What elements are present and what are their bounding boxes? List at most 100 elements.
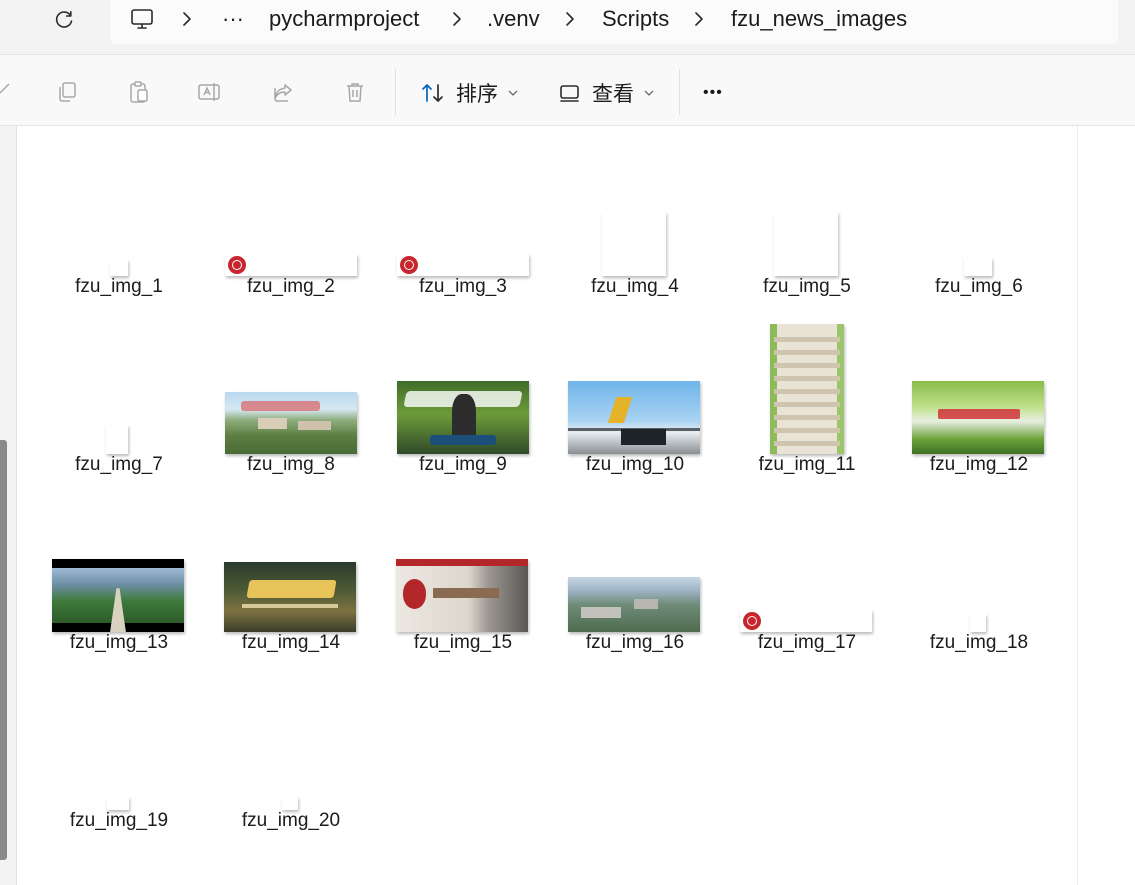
view-icon xyxy=(560,85,579,102)
sort-button[interactable]: 排序 xyxy=(420,79,518,107)
command-bar: 排序 查看 ••• xyxy=(0,55,1135,125)
thumbnail xyxy=(721,126,893,278)
breadcrumb-scripts[interactable]: Scripts xyxy=(602,6,669,32)
sort-label: 排序 xyxy=(456,83,498,106)
thumbnail xyxy=(893,482,1065,634)
breadcrumb-overflow[interactable]: ··· xyxy=(222,6,244,32)
file-name: fzu_img_4 xyxy=(591,276,679,297)
sort-icon xyxy=(422,84,443,102)
scissors-icon xyxy=(0,83,10,95)
share-icon xyxy=(274,84,292,102)
thumbnail xyxy=(549,126,721,278)
thumbnail xyxy=(33,126,205,278)
breadcrumb-pycharmproject[interactable]: pycharmproject xyxy=(269,6,419,32)
file-item[interactable]: fzu_img_13 xyxy=(33,482,205,660)
file-name: fzu_img_8 xyxy=(247,454,335,475)
seal-logo-icon xyxy=(228,256,246,274)
file-item[interactable]: fzu_img_11 xyxy=(721,304,893,482)
chevron-right-icon[interactable] xyxy=(180,10,194,28)
chevron-right-icon[interactable] xyxy=(450,10,464,28)
file-grid: fzu_img_1 fzu_img_2 fzu_img_3 fzu_img_4 … xyxy=(17,126,1077,885)
chevron-down-icon xyxy=(644,89,654,97)
view-button[interactable]: 查看 xyxy=(558,79,654,107)
breadcrumb-fzu-news-images[interactable]: fzu_news_images xyxy=(731,6,907,32)
file-item[interactable]: fzu_img_19 xyxy=(33,660,205,838)
file-name: fzu_img_16 xyxy=(585,632,685,653)
this-pc-button[interactable] xyxy=(130,7,154,36)
toolbar-separator xyxy=(679,69,680,115)
address-bar[interactable]: ··· pycharmproject .venv Scripts fzu_new… xyxy=(110,0,1118,44)
thumbnail xyxy=(549,482,721,634)
file-item[interactable]: fzu_img_20 xyxy=(205,660,377,838)
cut-button[interactable] xyxy=(0,79,14,105)
file-item[interactable]: fzu_img_10 xyxy=(549,304,721,482)
file-name: fzu_img_15 xyxy=(413,632,513,653)
file-name: fzu_img_10 xyxy=(585,454,685,475)
thumbnail xyxy=(893,126,1065,278)
view-label: 查看 xyxy=(592,83,634,106)
thumbnail xyxy=(377,304,549,456)
file-item[interactable]: fzu_img_2 xyxy=(205,126,377,304)
file-item[interactable]: fzu_img_8 xyxy=(205,304,377,482)
monitor-icon xyxy=(131,9,153,29)
thumbnail xyxy=(721,482,893,634)
navigation-scrollbar[interactable] xyxy=(0,440,7,860)
chevron-right-icon[interactable] xyxy=(563,10,577,28)
thumbnail xyxy=(377,482,549,634)
copy-button[interactable] xyxy=(54,79,80,105)
file-name: fzu_img_2 xyxy=(247,276,335,297)
share-button[interactable] xyxy=(270,79,296,105)
file-name: fzu_img_13 xyxy=(69,632,169,653)
file-name: fzu_img_20 xyxy=(241,810,341,831)
thumbnail xyxy=(549,304,721,456)
more-options-button[interactable]: ••• xyxy=(703,79,723,107)
file-name: fzu_img_11 xyxy=(758,454,856,475)
refresh-icon xyxy=(55,11,73,28)
thumbnail xyxy=(33,482,205,634)
file-item[interactable]: fzu_img_12 xyxy=(893,304,1065,482)
file-item[interactable]: fzu_img_16 xyxy=(549,482,721,660)
copy-icon xyxy=(59,82,76,102)
thumbnail xyxy=(721,304,893,456)
file-item[interactable]: fzu_img_17 xyxy=(721,482,893,660)
file-item[interactable]: fzu_img_3 xyxy=(377,126,549,304)
thumbnail xyxy=(377,126,549,278)
chevron-right-icon[interactable] xyxy=(692,10,706,28)
file-name: fzu_img_1 xyxy=(75,276,163,297)
file-name: fzu_img_18 xyxy=(929,632,1029,653)
file-name: fzu_img_9 xyxy=(419,454,507,475)
file-item[interactable]: fzu_img_5 xyxy=(721,126,893,304)
delete-button[interactable] xyxy=(342,79,368,105)
file-item[interactable]: fzu_img_7 xyxy=(33,304,205,482)
file-name: fzu_img_6 xyxy=(935,276,1023,297)
toolbar-separator xyxy=(395,69,396,115)
thumbnail xyxy=(205,304,377,456)
breadcrumb-venv[interactable]: .venv xyxy=(487,6,540,32)
clipboard-icon xyxy=(130,81,148,103)
file-item[interactable]: fzu_img_4 xyxy=(549,126,721,304)
paste-button[interactable] xyxy=(126,79,152,105)
file-item[interactable]: fzu_img_9 xyxy=(377,304,549,482)
seal-logo-icon xyxy=(400,256,418,274)
file-item[interactable]: fzu_img_1 xyxy=(33,126,205,304)
thumbnail xyxy=(205,482,377,634)
rename-button[interactable] xyxy=(197,79,223,105)
seal-logo-icon xyxy=(743,612,761,630)
file-item[interactable]: fzu_img_6 xyxy=(893,126,1065,304)
details-pane xyxy=(1077,126,1135,885)
file-name: fzu_img_7 xyxy=(75,454,163,475)
thumbnail xyxy=(205,126,377,278)
file-item[interactable]: fzu_img_18 xyxy=(893,482,1065,660)
file-name: fzu_img_17 xyxy=(757,632,857,653)
thumbnail xyxy=(205,660,377,812)
refresh-button[interactable] xyxy=(52,8,76,32)
file-item[interactable]: fzu_img_15 xyxy=(377,482,549,660)
more-icon: ••• xyxy=(703,84,723,101)
file-name: fzu_img_3 xyxy=(419,276,507,297)
rename-icon xyxy=(198,83,220,101)
file-name: fzu_img_12 xyxy=(929,454,1029,475)
thumbnail xyxy=(33,304,205,456)
file-item[interactable]: fzu_img_14 xyxy=(205,482,377,660)
thumbnail xyxy=(893,304,1065,456)
thumbnail xyxy=(33,660,205,812)
